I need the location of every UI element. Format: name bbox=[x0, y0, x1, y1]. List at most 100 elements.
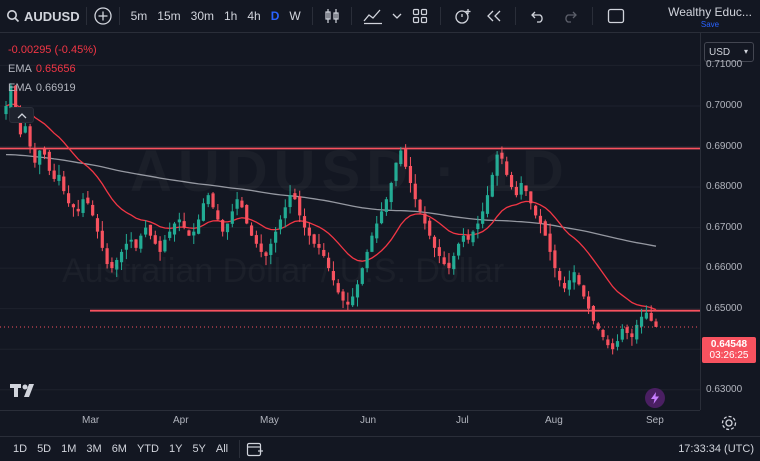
candle-body bbox=[153, 235, 157, 244]
candle-body bbox=[57, 174, 61, 181]
tradingview-logo-icon bbox=[10, 384, 34, 397]
candle-body bbox=[476, 223, 480, 230]
candle-body bbox=[538, 215, 543, 224]
tradingview-logo[interactable] bbox=[10, 382, 40, 403]
timeframe-1h[interactable]: 1h bbox=[219, 9, 242, 23]
time-axis[interactable] bbox=[0, 410, 700, 435]
watermark-symbol: AUDUSD · 1D bbox=[130, 138, 570, 205]
fullscreen-button[interactable] bbox=[607, 8, 625, 24]
candle-body bbox=[4, 105, 8, 115]
price-tick-label: 0.66000 bbox=[706, 262, 743, 274]
time-tick-label: Jun bbox=[360, 415, 377, 426]
candle-body bbox=[201, 203, 206, 221]
ema-fast-label: EMA bbox=[8, 63, 32, 75]
time-tick-label: Jul bbox=[456, 415, 469, 426]
candle-body bbox=[187, 230, 191, 236]
price-tick-label: 0.70000 bbox=[706, 99, 743, 111]
time-tick-label: Aug bbox=[545, 415, 563, 426]
candle-body bbox=[432, 236, 437, 248]
ema-slow-row[interactable]: EMA 0.66919 bbox=[8, 82, 97, 94]
redo-icon bbox=[564, 11, 577, 23]
candle-body bbox=[148, 224, 153, 236]
candle-body bbox=[649, 312, 653, 321]
current-price: 0.64548 bbox=[710, 339, 748, 350]
currency-label: USD bbox=[709, 46, 731, 58]
candle-body bbox=[182, 221, 186, 228]
candle-body bbox=[620, 328, 624, 340]
templates-button[interactable] bbox=[412, 8, 428, 24]
undo-icon bbox=[530, 11, 543, 23]
candle-body bbox=[481, 211, 485, 224]
candle-body bbox=[302, 216, 307, 228]
candle-body bbox=[548, 233, 552, 252]
price-tick-label: 0.67000 bbox=[706, 221, 743, 233]
ema-slow-value: 0.66919 bbox=[35, 82, 76, 94]
notifications-button[interactable] bbox=[645, 388, 665, 408]
symbol-label: AUDUSD bbox=[24, 8, 80, 24]
grid-icon bbox=[412, 8, 427, 24]
price-chart[interactable] bbox=[0, 33, 700, 410]
legend-collapse-button[interactable] bbox=[9, 107, 34, 123]
candle-body bbox=[168, 231, 172, 238]
timeframe-4h[interactable]: 4h bbox=[242, 9, 265, 23]
layout-name-button[interactable]: Wealthy Educ... Save bbox=[664, 5, 756, 29]
candle-body bbox=[95, 218, 100, 232]
undo-button[interactable] bbox=[530, 9, 546, 23]
divider bbox=[118, 7, 120, 25]
candle-body bbox=[225, 223, 230, 233]
candle-body bbox=[100, 230, 104, 248]
compare-symbol-button[interactable] bbox=[93, 6, 113, 26]
redo-button[interactable] bbox=[562, 9, 578, 23]
timeframe-5m[interactable]: 5m bbox=[126, 9, 153, 23]
square-icon bbox=[607, 8, 624, 24]
candle-body bbox=[172, 223, 177, 235]
candle-body bbox=[124, 243, 128, 250]
timeframe-15m[interactable]: 15m bbox=[152, 9, 185, 23]
utc-clock[interactable]: 17:33:34 (UTC) bbox=[678, 443, 754, 455]
candle-body bbox=[259, 243, 263, 252]
plus-circle-icon bbox=[93, 7, 112, 25]
range-6m[interactable]: 6M bbox=[107, 443, 132, 455]
candle-body bbox=[346, 301, 350, 305]
divider bbox=[239, 440, 241, 458]
range-5y[interactable]: 5Y bbox=[187, 443, 210, 455]
candle-body bbox=[81, 199, 85, 213]
timeframe-d[interactable]: D bbox=[266, 9, 285, 23]
candle-body bbox=[466, 235, 470, 240]
range-all[interactable]: All bbox=[211, 443, 233, 455]
divider bbox=[311, 7, 313, 25]
alert-button[interactable] bbox=[453, 7, 473, 25]
timeframe-w[interactable]: W bbox=[284, 9, 305, 23]
range-1d[interactable]: 1D bbox=[8, 443, 32, 455]
replay-button[interactable] bbox=[485, 9, 503, 23]
range-5d[interactable]: 5D bbox=[32, 443, 56, 455]
candle-body bbox=[341, 291, 345, 301]
range-3m[interactable]: 3M bbox=[81, 443, 106, 455]
symbol-search-button[interactable]: AUDUSD bbox=[6, 9, 80, 24]
range-1y[interactable]: 1Y bbox=[164, 443, 187, 455]
indicators-button[interactable] bbox=[362, 7, 384, 25]
chart-type-button[interactable] bbox=[323, 7, 341, 25]
indicators-dropdown-button[interactable] bbox=[392, 12, 402, 20]
candle-body bbox=[28, 126, 32, 147]
goto-date-button[interactable] bbox=[246, 441, 264, 457]
candle-body bbox=[606, 339, 610, 346]
price-tick-label: 0.63000 bbox=[706, 383, 743, 395]
divider bbox=[591, 7, 593, 25]
range-ytd[interactable]: YTD bbox=[132, 443, 164, 455]
candle-body bbox=[144, 227, 148, 235]
candle-body bbox=[71, 204, 76, 208]
time-tick-label: Sep bbox=[646, 415, 664, 426]
time-tick-label: Apr bbox=[173, 415, 189, 426]
range-1m[interactable]: 1M bbox=[56, 443, 81, 455]
timeframe-30m[interactable]: 30m bbox=[186, 9, 219, 23]
candle-body bbox=[379, 211, 384, 224]
ema-fast-row[interactable]: EMA 0.65656 bbox=[8, 63, 97, 75]
candle-body bbox=[562, 282, 567, 289]
range-selector: 1D 5D 1M 3M 6M YTD 1Y 5Y All bbox=[8, 443, 233, 455]
divider bbox=[439, 7, 441, 25]
candle-body bbox=[307, 227, 311, 236]
chart-settings-button[interactable] bbox=[720, 414, 738, 437]
save-label[interactable]: Save bbox=[664, 20, 756, 29]
candle-body bbox=[639, 316, 644, 327]
